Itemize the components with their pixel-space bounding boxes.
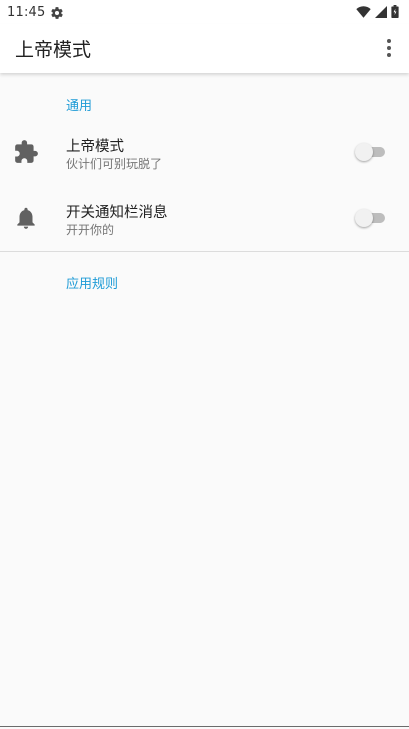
screen: 11:45 上帝模式 通用 上帝模式 伙计们可别玩脱了 开关通知栏消息 开开你的… xyxy=(0,0,409,729)
category-header-general: 通用 xyxy=(66,99,93,114)
pref-summary: 开开你的 xyxy=(66,223,115,237)
status-icons xyxy=(356,3,399,22)
app-bar: 上帝模式 xyxy=(0,24,409,73)
wifi-icon xyxy=(356,3,371,22)
status-bar: 11:45 xyxy=(0,0,409,24)
bottom-edge-line xyxy=(0,726,409,727)
pref-title: 上帝模式 xyxy=(66,139,124,155)
battery-icon xyxy=(391,3,399,22)
god-mode-switch[interactable] xyxy=(355,142,385,162)
notification-switch[interactable] xyxy=(355,208,385,228)
bell-icon xyxy=(13,205,39,231)
status-time: 11:45 xyxy=(7,4,46,20)
section-divider xyxy=(0,251,409,252)
settings-gear-icon xyxy=(50,5,64,19)
signal-icon xyxy=(375,3,387,22)
pref-notification-toggle[interactable]: 开关通知栏消息 开开你的 xyxy=(0,188,409,248)
more-vert-icon[interactable] xyxy=(381,36,397,60)
switch-thumb xyxy=(355,209,373,227)
pref-god-mode[interactable]: 上帝模式 伙计们可别玩脱了 xyxy=(0,122,409,182)
app-title: 上帝模式 xyxy=(15,39,92,61)
pref-title: 开关通知栏消息 xyxy=(66,205,168,221)
puzzle-icon xyxy=(13,139,39,165)
pref-summary: 伙计们可别玩脱了 xyxy=(66,157,163,171)
switch-thumb xyxy=(355,143,373,161)
category-header-app-rules: 应用规则 xyxy=(66,277,119,292)
